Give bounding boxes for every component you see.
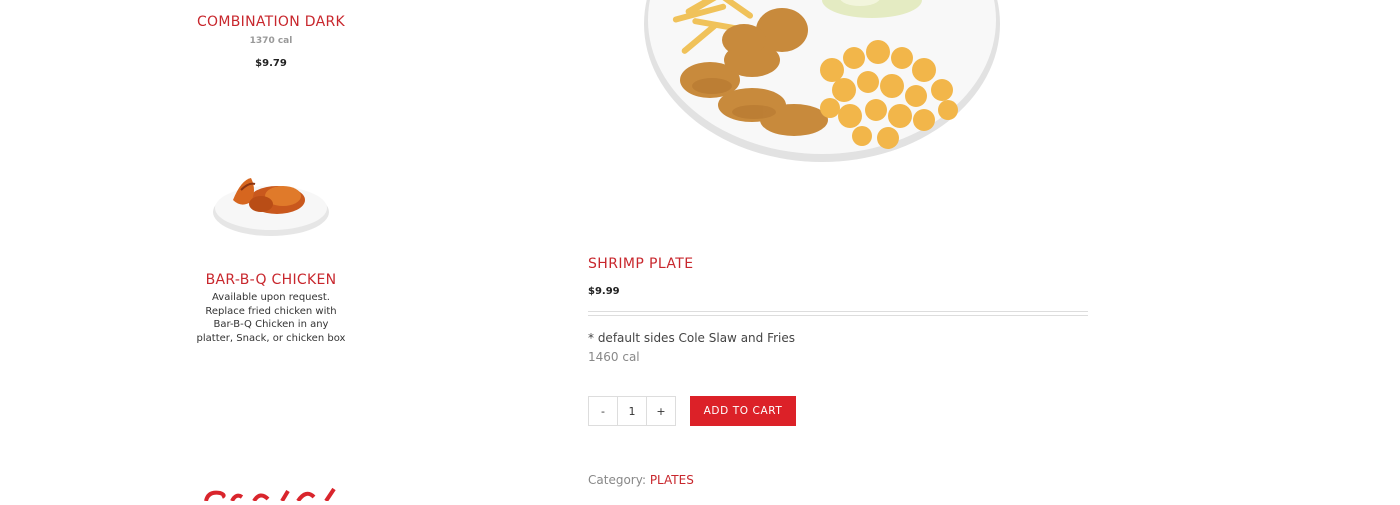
- add-to-cart-button[interactable]: ADD TO CART: [690, 396, 796, 426]
- product-title: SHRIMP PLATE: [588, 256, 694, 272]
- quantity-increment-button[interactable]: +: [647, 397, 675, 425]
- quantity-decrement-button[interactable]: -: [589, 397, 617, 425]
- product-details: SHRIMP PLATE $9.99 * default sides Cole …: [588, 256, 1088, 364]
- menu-card-description: Available upon request. Replace fried ch…: [196, 292, 346, 344]
- shrimp-plate-image: [632, 0, 1012, 169]
- menu-card-price: $9.79: [255, 58, 287, 69]
- menu-card-title[interactable]: COMBINATION DARK: [191, 14, 351, 30]
- add-to-cart-form: - + ADD TO CART: [588, 396, 796, 426]
- menu-card-title[interactable]: BAR-B-Q CHICKEN: [191, 272, 351, 288]
- brand-logo: [202, 486, 342, 505]
- product-price: $9.99: [588, 286, 620, 297]
- product-description: * default sides Cole Slaw and Fries: [588, 331, 796, 345]
- bbq-chicken-image[interactable]: [191, 158, 351, 242]
- menu-card-bbq-chicken: BAR-B-Q CHICKEN Available upon request. …: [191, 158, 351, 345]
- product-category: Category: PLATES: [588, 473, 694, 487]
- category-link[interactable]: PLATES: [650, 473, 694, 487]
- quantity-stepper: - +: [588, 396, 676, 426]
- menu-card-calories: 1370 cal: [249, 36, 293, 46]
- quantity-input[interactable]: [617, 397, 647, 425]
- category-label: Category:: [588, 473, 646, 487]
- menu-card-combination-dark: COMBINATION DARK 1370 cal $9.79: [191, 14, 351, 69]
- divider: [588, 311, 1088, 316]
- product-calories: 1460 cal: [588, 350, 640, 364]
